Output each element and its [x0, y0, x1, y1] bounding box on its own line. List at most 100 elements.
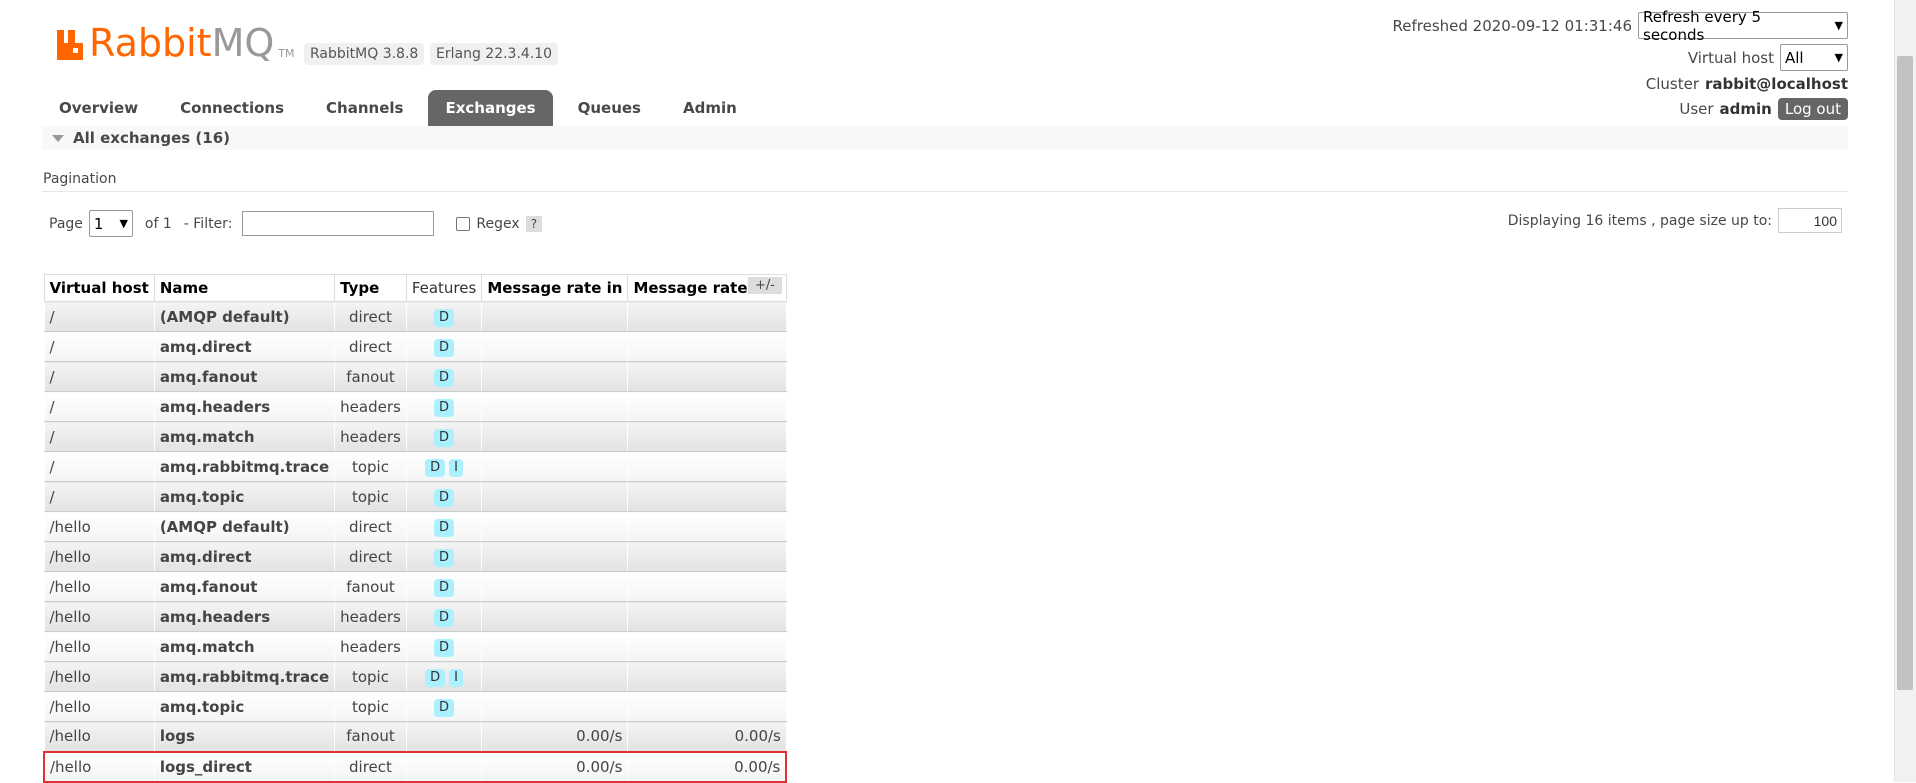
features-cell: D — [405, 601, 483, 632]
page-scrollbar[interactable] — [1894, 0, 1916, 782]
displaying-label: Displaying 16 items , page size up to: — [1507, 212, 1772, 229]
exchange-name-link[interactable]: amq.direct — [153, 541, 336, 572]
features-cell: D — [405, 361, 483, 392]
vhost-cell: / — [43, 421, 155, 452]
rate-out-cell — [627, 571, 787, 602]
rabbitmq-logo: RabbitMQ TM — [55, 24, 294, 62]
pagination-controls: Page 1 ▼ of 1 - Filter: Regex ? — [49, 210, 543, 237]
table-row: /hello (AMQP default) direct D — [43, 511, 787, 542]
rate-in-cell — [481, 571, 629, 602]
type-cell: topic — [334, 481, 407, 512]
regex-help-button[interactable]: ? — [525, 215, 543, 232]
col-type[interactable]: Type — [334, 274, 407, 302]
features-cell: D — [405, 391, 483, 422]
table-row: /hello amq.match headers D — [43, 631, 787, 662]
table-row: /hello logs fanout 0.00/s 0.00/s — [43, 721, 787, 752]
page-select[interactable]: 1 ▼ — [88, 210, 133, 237]
exchange-name-link[interactable]: (AMQP default) — [153, 511, 336, 542]
all-exchanges-section-toggle[interactable]: All exchanges (16) — [42, 126, 1848, 150]
rate-in-cell — [481, 421, 629, 452]
durable-badge: D — [434, 338, 455, 357]
regex-checkbox[interactable] — [456, 216, 471, 231]
tab-channels[interactable]: Channels — [309, 90, 420, 126]
col-message-rate-in[interactable]: Message rate in — [481, 274, 629, 302]
toggle-columns-button[interactable]: +/- — [748, 277, 782, 294]
exchange-name-link[interactable]: amq.rabbitmq.trace — [153, 451, 336, 482]
displaying-info: Displaying 16 items , page size up to: — [1508, 208, 1842, 233]
page-count: of 1 — [144, 215, 172, 232]
vhost-cell: / — [43, 451, 155, 482]
type-cell: fanout — [334, 571, 407, 602]
exchange-name-link[interactable]: amq.topic — [153, 481, 336, 512]
vhost-row: Virtual host All ▼ — [1688, 44, 1848, 71]
logo-text: RabbitMQ — [89, 21, 275, 65]
rate-in-cell — [481, 691, 629, 722]
rate-in-cell — [481, 391, 629, 422]
tab-connections[interactable]: Connections — [163, 90, 301, 126]
rate-out-cell — [627, 451, 787, 482]
rate-in-cell — [481, 601, 629, 632]
rate-out-cell — [627, 691, 787, 722]
type-cell: topic — [334, 661, 407, 692]
exchange-name-link[interactable]: amq.headers — [153, 391, 336, 422]
cluster-row: Cluster rabbit@localhost — [1646, 75, 1848, 93]
table-row: /hello amq.rabbitmq.trace topic D I — [43, 661, 787, 692]
durable-badge: D — [434, 488, 455, 507]
regex-label: Regex — [476, 215, 520, 232]
vhost-select[interactable]: All ▼ — [1780, 44, 1848, 71]
rate-in-cell — [481, 661, 629, 692]
vhost-cell: / — [43, 481, 155, 512]
type-cell: headers — [334, 631, 407, 662]
type-cell: fanout — [334, 721, 407, 752]
scrollbar-thumb[interactable] — [1897, 56, 1913, 690]
refresh-interval-select[interactable]: Refresh every 5 seconds ▼ — [1638, 8, 1848, 44]
exchange-name-link[interactable]: amq.fanout — [153, 361, 336, 392]
col-virtual-host[interactable]: Virtual host — [43, 274, 155, 302]
tab-queues[interactable]: Queues — [561, 90, 658, 126]
cluster-label: Cluster — [1645, 75, 1699, 93]
exchange-name-link[interactable]: amq.headers — [153, 601, 336, 632]
chevron-down-icon: ▼ — [119, 217, 128, 230]
tab-admin[interactable]: Admin — [666, 90, 754, 126]
pagination-label: Pagination — [43, 171, 117, 187]
type-cell: headers — [334, 601, 407, 632]
type-cell: direct — [334, 301, 407, 332]
cluster-name: rabbit@localhost — [1705, 75, 1848, 93]
exchange-name-link[interactable]: amq.rabbitmq.trace — [153, 661, 336, 692]
col-name[interactable]: Name — [153, 274, 336, 302]
table-row: /hello logs_direct direct 0.00/s 0.00/s — [42, 750, 788, 783]
table-row: / amq.rabbitmq.trace topic D I — [43, 451, 787, 482]
exchange-name-link[interactable]: amq.topic — [153, 691, 336, 722]
exchange-name-link[interactable]: logs — [153, 721, 336, 752]
rate-out-cell: 0.00/s — [627, 721, 787, 752]
table-row: /hello amq.fanout fanout D — [43, 571, 787, 602]
user-label: User — [1679, 100, 1714, 118]
table-row: / amq.headers headers D — [43, 391, 787, 422]
logout-button[interactable]: Log out — [1777, 98, 1848, 120]
type-cell: headers — [334, 391, 407, 422]
exchange-name-link[interactable]: amq.match — [153, 421, 336, 452]
features-cell: D — [405, 421, 483, 452]
type-cell: topic — [334, 451, 407, 482]
exchange-name-link[interactable]: (AMQP default) — [153, 301, 336, 332]
vhost-cell: /hello — [43, 511, 155, 542]
user-row: User admin Log out — [1679, 98, 1848, 120]
exchange-name-link[interactable]: amq.direct — [153, 331, 336, 362]
chevron-down-icon: ▼ — [1834, 19, 1843, 32]
table-row: /hello amq.headers headers D — [43, 601, 787, 632]
rate-in-cell — [481, 631, 629, 662]
rate-out-cell — [627, 601, 787, 632]
erlang-version-badge: Erlang 22.3.4.10 — [430, 43, 559, 65]
filter-input[interactable] — [242, 211, 435, 236]
table-row: / amq.match headers D — [43, 421, 787, 452]
durable-badge: D — [434, 308, 455, 327]
page-size-input[interactable] — [1778, 208, 1842, 233]
tab-overview[interactable]: Overview — [42, 90, 155, 126]
exchange-name-link[interactable]: amq.fanout — [153, 571, 336, 602]
durable-badge: D — [434, 578, 455, 597]
table-row: / amq.topic topic D — [43, 481, 787, 512]
exchange-name-link[interactable]: logs_direct — [153, 750, 336, 783]
features-cell: D — [405, 331, 483, 362]
exchange-name-link[interactable]: amq.match — [153, 631, 336, 662]
tab-exchanges[interactable]: Exchanges — [428, 90, 553, 126]
